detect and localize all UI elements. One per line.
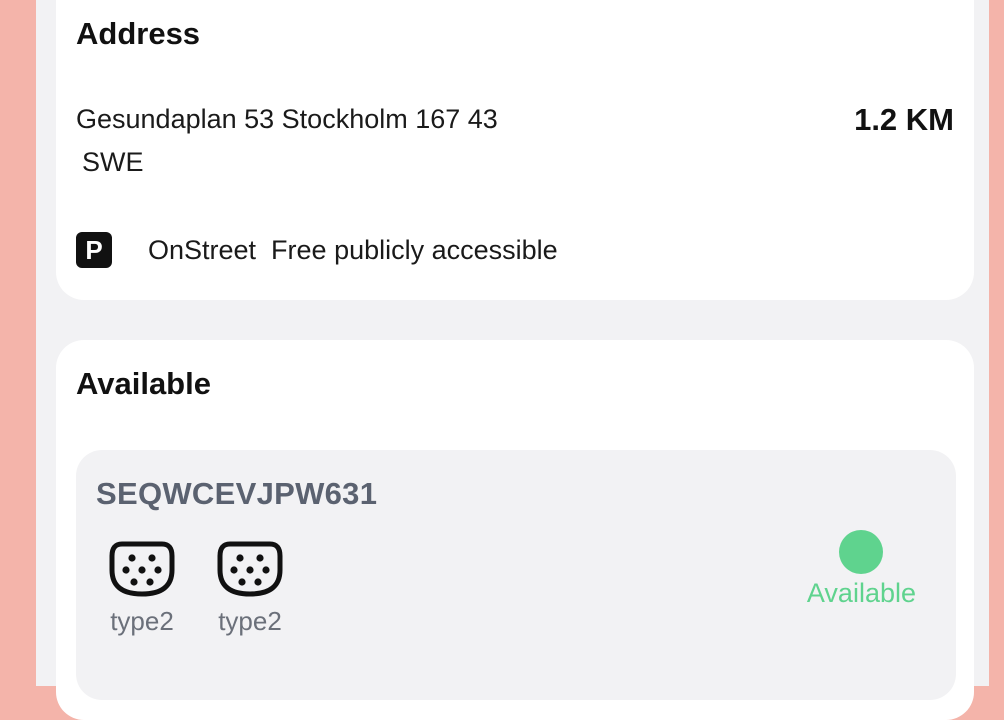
type2-connector-icon	[109, 541, 175, 597]
address-card: Address Gesundaplan 53 Stockholm 167 43 …	[56, 0, 974, 300]
parking-info: P OnStreet Free publicly accessible	[76, 232, 558, 268]
type2-connector-icon	[217, 541, 283, 597]
address-line-1: Gesundaplan 53 Stockholm 167 43	[76, 104, 498, 134]
connector-item: type2	[96, 540, 188, 637]
available-title: Available	[76, 366, 211, 401]
distance-label: 1.2 KM	[854, 102, 954, 137]
evse-id: SEQWCEVJPW631	[96, 476, 378, 511]
status-dot-icon	[839, 530, 884, 574]
status-label: Available	[806, 578, 916, 608]
address-line-2: SWE	[82, 147, 144, 177]
evse-item[interactable]: SEQWCEVJPW631 type2 type2 Available	[76, 450, 956, 700]
connector-item: type2	[204, 540, 296, 637]
parking-icon: P	[76, 232, 112, 268]
availability-status: Available	[807, 530, 916, 609]
connector-label: type2	[110, 606, 174, 636]
parking-text: OnStreet Free publicly accessible	[148, 234, 558, 265]
address-title: Address	[76, 16, 201, 51]
available-card: Available SEQWCEVJPW631 type2 type2 Avai…	[56, 340, 974, 720]
connector-label: type2	[218, 606, 282, 636]
connector-list: type2 type2	[96, 540, 296, 637]
